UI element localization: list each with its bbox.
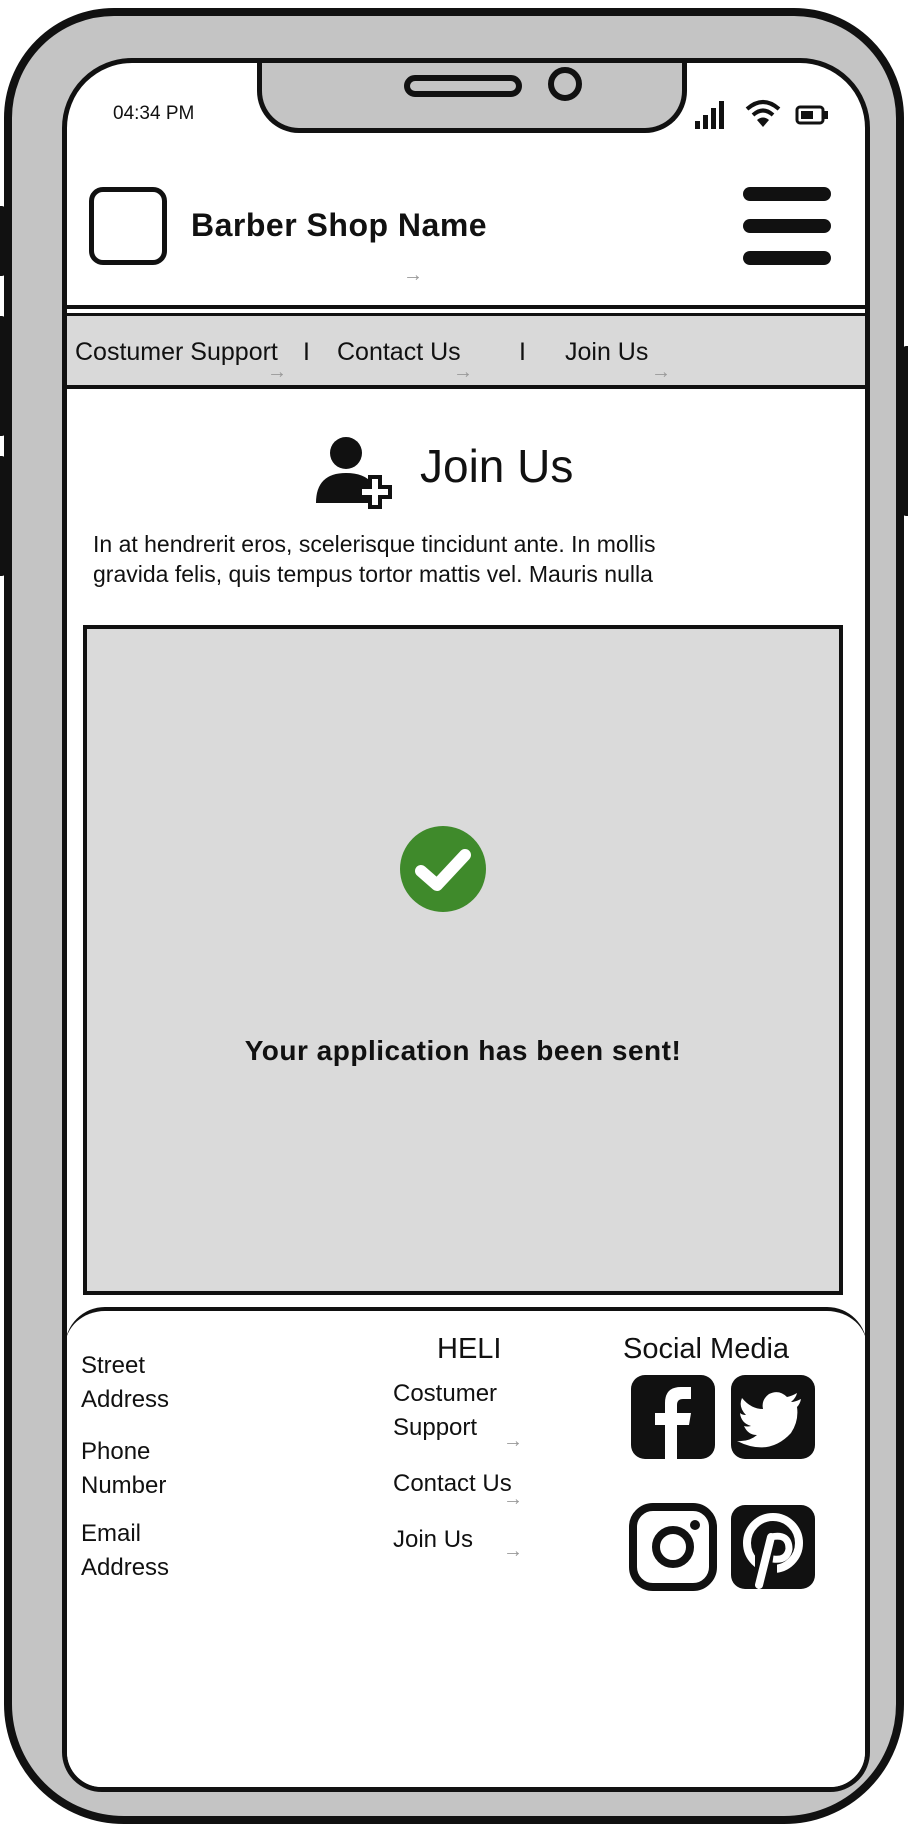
footer-link-contact-us[interactable]: Contact Us	[393, 1467, 512, 1501]
footer-link-line: Support	[393, 1414, 478, 1441]
hamburger-menu-icon[interactable]	[743, 187, 831, 267]
phone-frame: 04:34 PM Barber Shop Name → Costumer Sup…	[0, 8, 908, 1824]
footer-text-line: Address	[81, 1554, 170, 1581]
shop-name[interactable]: Barber Shop Name	[191, 207, 487, 244]
camera	[548, 67, 582, 101]
footer-social-heading: Social Media	[623, 1333, 790, 1365]
footer: Street Address Phone Number Email Addres…	[67, 1307, 865, 1787]
add-user-icon	[316, 437, 392, 509]
side-button	[0, 316, 5, 436]
status-icons	[693, 97, 843, 131]
link-arrow-icon: →	[651, 361, 671, 383]
facebook-icon[interactable]	[629, 1373, 717, 1461]
footer-text-line: Street	[81, 1352, 146, 1379]
status-time: 04:34 PM	[113, 103, 195, 124]
app-header: Barber Shop Name →	[67, 139, 865, 309]
link-arrow-icon: →	[503, 1488, 523, 1510]
logo-placeholder-icon[interactable]	[89, 187, 167, 265]
nav-item-join-us[interactable]: Join Us	[565, 338, 648, 367]
nav-item-contact-us[interactable]: Contact Us	[337, 338, 461, 367]
phone-screen: 04:34 PM Barber Shop Name → Costumer Sup…	[62, 58, 870, 1792]
side-button	[0, 206, 5, 276]
intro-line: gravida felis, quis tempus tortor mattis…	[93, 561, 653, 587]
link-arrow-icon: →	[503, 1430, 523, 1452]
success-message: Your application has been sent!	[244, 1035, 682, 1066]
footer-help-heading: HELI	[437, 1333, 502, 1365]
battery-icon	[795, 105, 828, 125]
side-button	[0, 456, 5, 576]
footer-address: Street Address	[81, 1349, 169, 1417]
link-arrow-icon: →	[267, 361, 287, 383]
footer-text-line: Address	[81, 1386, 170, 1413]
footer-link-join-us[interactable]: Join Us	[393, 1523, 473, 1557]
nav-item-costumer-support[interactable]: Costumer Support	[75, 338, 278, 367]
page-title-row: Join Us	[312, 433, 632, 513]
footer-text-line: Email	[81, 1520, 142, 1547]
intro-line: In at hendrerit eros, scelerisque tincid…	[93, 531, 656, 557]
footer-phone: Phone Number	[81, 1435, 166, 1503]
check-circle-icon	[400, 826, 486, 912]
pinterest-icon[interactable]	[729, 1503, 817, 1591]
speaker	[404, 75, 522, 97]
instagram-icon[interactable]	[629, 1503, 717, 1591]
footer-link-costumer-support[interactable]: Costumer Support	[393, 1377, 497, 1445]
link-arrow-icon: →	[503, 1540, 523, 1562]
nav-separator: I	[303, 338, 310, 366]
notch	[257, 63, 687, 133]
twitter-icon[interactable]	[729, 1373, 817, 1461]
side-button	[903, 346, 908, 516]
link-arrow-icon: →	[403, 264, 423, 286]
footer-text-line: Phone	[81, 1438, 151, 1465]
page-title: Join Us	[420, 440, 574, 492]
footer-link-line: Costumer	[393, 1380, 498, 1407]
intro-text: In at hendrerit eros, scelerisque tincid…	[93, 529, 833, 589]
nav-separator: I	[519, 338, 526, 366]
link-arrow-icon: →	[453, 361, 473, 383]
footer-text-line: Number	[81, 1472, 167, 1499]
wifi-icon	[745, 100, 781, 127]
signal-icon	[695, 101, 724, 129]
nav-bar: Costumer Support → I Contact Us → I Join…	[67, 313, 865, 389]
success-panel: Your application has been sent!	[83, 625, 843, 1295]
footer-email: Email Address	[81, 1517, 169, 1585]
